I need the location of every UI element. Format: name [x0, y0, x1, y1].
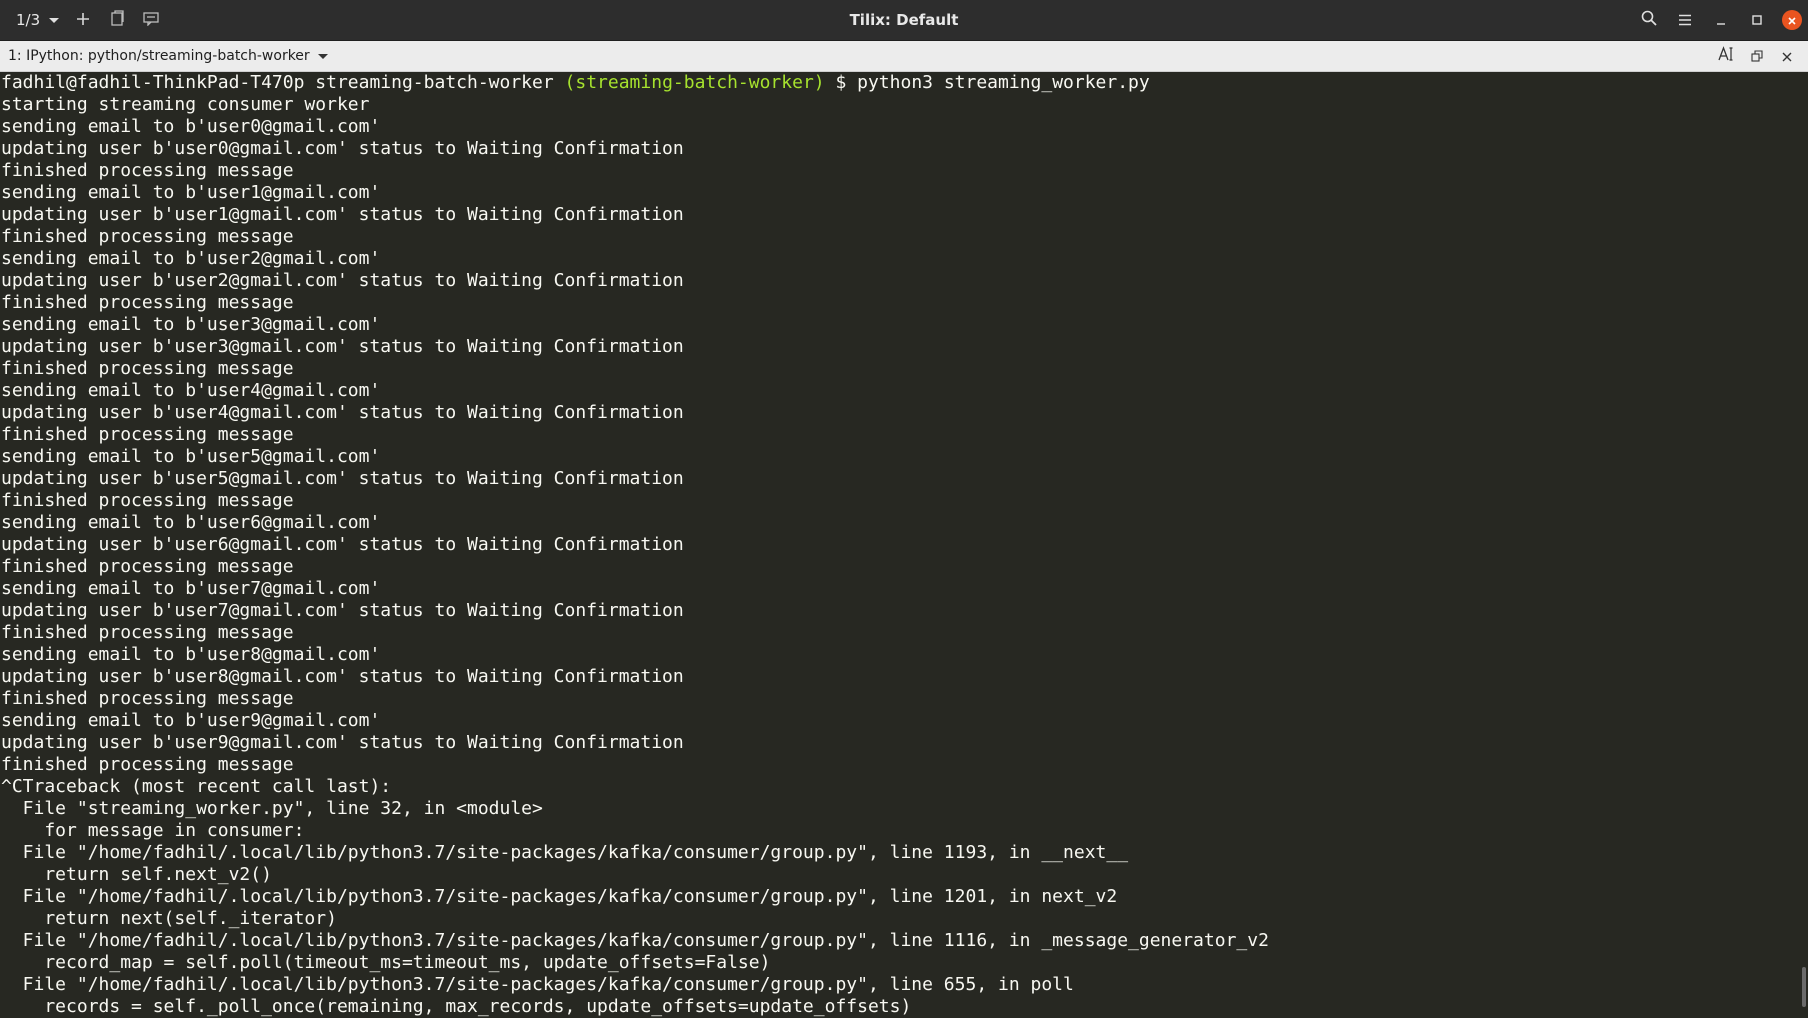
header-left-controls: 1/3 [0, 0, 168, 40]
terminal-title-controls [1714, 44, 1808, 68]
output-line: sending email to b'user8@gmail.com' [1, 644, 381, 665]
terminal-output[interactable]: fadhil@fadhil-ThinkPad-T470p streaming-b… [0, 72, 1808, 1018]
add-terminal-button[interactable] [66, 5, 100, 35]
sidebar-icon [110, 10, 124, 30]
output-line: updating user b'user4@gmail.com' status … [1, 402, 684, 423]
output-line: finished processing message [1, 226, 294, 247]
output-line: starting streaming consumer worker [1, 94, 370, 115]
prompt-command: $ python3 streaming_worker.py [824, 72, 1150, 93]
plus-icon [76, 11, 90, 30]
session-switcher-button[interactable]: 1/3 [10, 5, 66, 35]
terminal-title-bar: 1: IPython: python/streaming-batch-worke… [0, 41, 1808, 72]
output-line: updating user b'user1@gmail.com' status … [1, 204, 684, 225]
output-line: File "/home/fadhil/.local/lib/python3.7/… [1, 842, 1129, 863]
output-line: sending email to b'user0@gmail.com' [1, 116, 381, 137]
tilix-window: 1/3 Tilix: Default 1: IPython: python/st… [0, 0, 1808, 1018]
output-line: sending email to b'user5@gmail.com' [1, 446, 381, 467]
prompt-user-host-dir: fadhil@fadhil-ThinkPad-T470p streaming-b… [1, 72, 565, 93]
output-line: sending email to b'user9@gmail.com' [1, 710, 381, 731]
minimize-icon [1715, 11, 1727, 30]
prompt-line: fadhil@fadhil-ThinkPad-T470p streaming-b… [1, 72, 1808, 94]
output-line: finished processing message [1, 160, 294, 181]
sidebar-toggle-button[interactable] [100, 5, 134, 35]
output-line: updating user b'user6@gmail.com' status … [1, 534, 684, 555]
close-window-button[interactable] [1782, 10, 1802, 30]
output-line: finished processing message [1, 622, 294, 643]
header-bar: 1/3 Tilix: Default [0, 0, 1808, 41]
close-icon [1782, 47, 1792, 66]
output-line: File "/home/fadhil/.local/lib/python3.7/… [1, 886, 1118, 907]
output-line: updating user b'user0@gmail.com' status … [1, 138, 684, 159]
session-counter: 1/3 [16, 11, 41, 29]
output-line: for message in consumer: [1, 820, 305, 841]
maximize-icon [1751, 11, 1763, 30]
output-line: return next(self._iterator) [1, 908, 337, 929]
terminal-title: 1: IPython: python/streaming-batch-worke… [8, 48, 310, 64]
output-line: updating user b'user5@gmail.com' status … [1, 468, 684, 489]
search-icon [1641, 10, 1657, 30]
output-line: finished processing message [1, 292, 294, 313]
output-line: File "/home/fadhil/.local/lib/python3.7/… [1, 930, 1269, 951]
close-icon [1787, 11, 1797, 30]
hamburger-menu-icon [1678, 11, 1692, 30]
output-line: finished processing message [1, 424, 294, 445]
output-line: finished processing message [1, 754, 294, 775]
output-line: updating user b'user3@gmail.com' status … [1, 336, 684, 357]
output-line: record_map = self.poll(timeout_ms=timeou… [1, 952, 771, 973]
output-line: finished processing message [1, 556, 294, 577]
prompt-git-branch: (streaming-batch-worker) [564, 72, 825, 93]
output-line: File "streaming_worker.py", line 32, in … [1, 798, 543, 819]
window-title: Tilix: Default [849, 11, 959, 29]
output-line: updating user b'user2@gmail.com' status … [1, 270, 684, 291]
output-line: return self.next_v2() [1, 864, 272, 885]
maximize-button[interactable] [1740, 5, 1774, 35]
output-line: ^CTraceback (most recent call last): [1, 776, 392, 797]
minimize-button[interactable] [1704, 5, 1738, 35]
output-line: finished processing message [1, 358, 294, 379]
notification-button[interactable] [134, 5, 168, 35]
output-line: sending email to b'user4@gmail.com' [1, 380, 381, 401]
detach-icon [1751, 47, 1763, 66]
output-line: updating user b'user8@gmail.com' status … [1, 666, 684, 687]
output-line: finished processing message [1, 688, 294, 709]
chevron-down-icon [48, 11, 60, 29]
text-size-icon [1718, 46, 1736, 66]
menu-button[interactable] [1668, 5, 1702, 35]
maximize-terminal-button[interactable] [1744, 44, 1770, 68]
output-line: sending email to b'user1@gmail.com' [1, 182, 381, 203]
scrollbar-thumb[interactable] [1802, 967, 1806, 1007]
search-button[interactable] [1632, 5, 1666, 35]
output-line: updating user b'user7@gmail.com' status … [1, 600, 684, 621]
chevron-down-icon [317, 48, 328, 64]
notification-icon [143, 11, 159, 30]
terminal-title-button[interactable]: 1: IPython: python/streaming-batch-worke… [0, 48, 328, 64]
output-line: sending email to b'user6@gmail.com' [1, 512, 381, 533]
output-line: sending email to b'user2@gmail.com' [1, 248, 381, 269]
output-line: finished processing message [1, 490, 294, 511]
close-terminal-button[interactable] [1774, 44, 1800, 68]
output-line: records = self._poll_once(remaining, max… [1, 996, 912, 1017]
text-size-button[interactable] [1714, 44, 1740, 68]
output-line: sending email to b'user7@gmail.com' [1, 578, 381, 599]
header-right-controls [1632, 0, 1808, 40]
output-line: File "/home/fadhil/.local/lib/python3.7/… [1, 974, 1074, 995]
output-line: sending email to b'user3@gmail.com' [1, 314, 381, 335]
output-line: updating user b'user9@gmail.com' status … [1, 732, 684, 753]
